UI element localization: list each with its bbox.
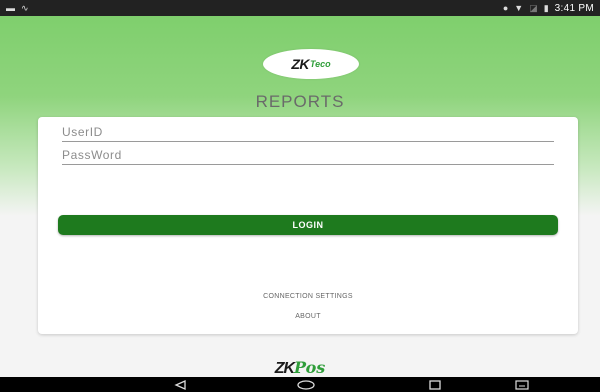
status-left: ▬ ∿ (6, 2, 29, 13)
login-card: LOGIN CONNECTION SETTINGS ABOUT (38, 117, 578, 334)
status-bar: ▬ ∿ ● ▼ ◪ ▮ 3:41 PM (0, 0, 600, 16)
image-icon: ▬ (6, 2, 15, 13)
zkpos-logo: ZKPos (0, 358, 600, 378)
page-title: REPORTS (255, 92, 345, 111)
status-right: ● ▼ ◪ ▮ 3:41 PM (503, 3, 594, 14)
battery-icon: ▮ (543, 2, 549, 13)
zkpos-logo-pos: Pos (294, 358, 326, 377)
sim-icon: ◪ (529, 2, 538, 13)
wifi-icon: ▼ (514, 2, 524, 13)
recent-apps-icon[interactable] (425, 379, 445, 390)
logo-teco-text: Teco (310, 59, 331, 69)
zkpos-logo-zk: ZK (274, 360, 295, 377)
back-icon[interactable] (170, 379, 190, 390)
password-input[interactable] (62, 145, 554, 165)
connection-settings-link[interactable]: CONNECTION SETTINGS (38, 293, 578, 300)
circle-icon: ● (502, 2, 509, 13)
signal-wave-icon: ∿ (21, 2, 29, 13)
login-button[interactable]: LOGIN (58, 215, 558, 235)
about-link[interactable]: ABOUT (38, 313, 578, 320)
status-time: 3:41 PM (554, 2, 594, 14)
home-icon[interactable] (296, 379, 316, 390)
logo-zk-text: ZK (291, 56, 309, 72)
navigation-bar (0, 377, 600, 392)
zkteco-logo: ZK Teco (263, 49, 359, 79)
userid-input[interactable] (62, 122, 554, 142)
keyboard-icon[interactable] (512, 379, 532, 390)
